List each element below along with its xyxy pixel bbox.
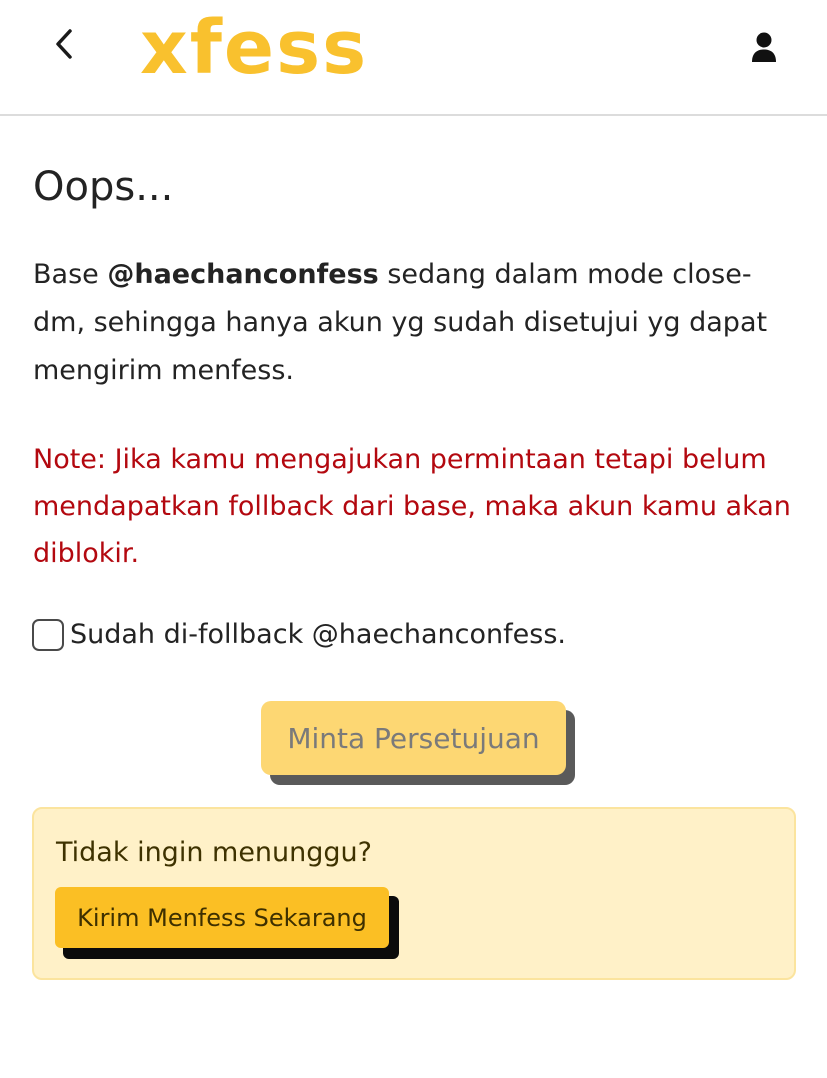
intro-text: Base @haechanconfess sedang dalam mode c… [33, 251, 803, 395]
page-title: Oops... [33, 164, 174, 210]
follback-checkbox[interactable] [32, 619, 64, 651]
send-now-wrapper: Kirim Menfess Sekarang [55, 887, 399, 959]
profile-button[interactable] [743, 26, 785, 68]
request-approval-button[interactable]: Minta Persetujuan [261, 701, 566, 775]
base-handle: @haechanconfess [107, 259, 379, 290]
follback-checkbox-row[interactable]: Sudah di-follback @haechanconfess. [32, 612, 566, 658]
chevron-left-icon [56, 29, 72, 59]
back-button[interactable] [44, 22, 84, 66]
xfess-logo: xfess [140, 5, 369, 91]
warning-note: Note: Jika kamu mengajukan permintaan te… [33, 444, 791, 569]
request-approval-wrapper: Minta Persetujuan [261, 701, 575, 785]
send-now-prompt: Tidak ingin menunggu? [56, 837, 372, 868]
user-icon [752, 32, 776, 62]
send-menfess-now-button[interactable]: Kirim Menfess Sekarang [55, 887, 389, 948]
follback-checkbox-label[interactable]: Sudah di-follback @haechanconfess. [70, 612, 566, 658]
app-header: xfess [0, 0, 827, 116]
intro-prefix: Base [33, 259, 108, 290]
send-now-panel: Tidak ingin menunggu? Kirim Menfess Seka… [32, 807, 796, 980]
